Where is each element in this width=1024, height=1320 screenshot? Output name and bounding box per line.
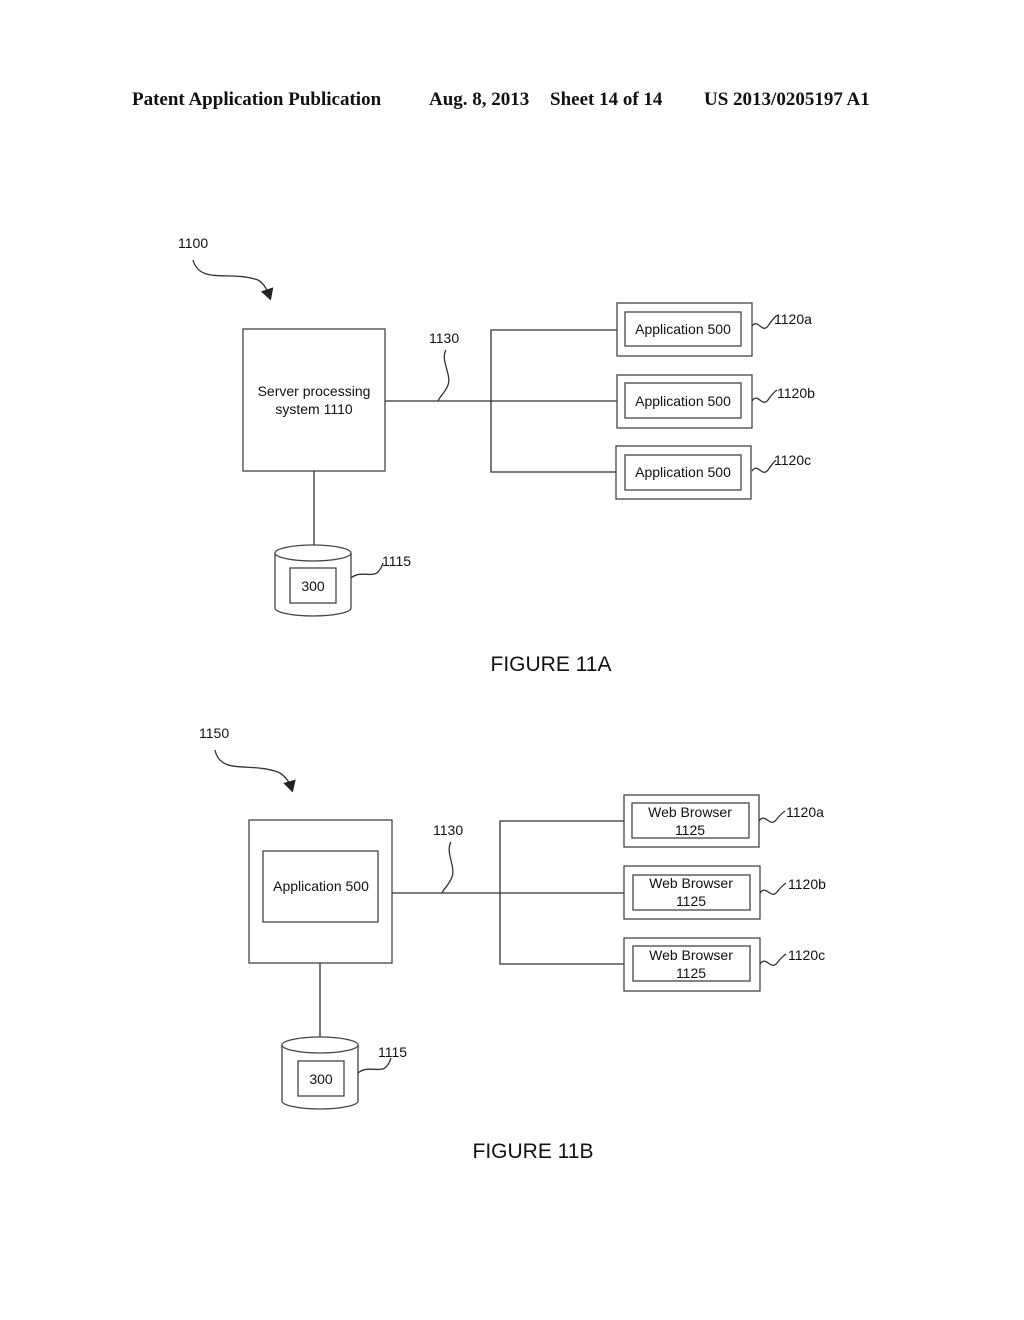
client-label: Application 500	[635, 393, 731, 409]
server-label-line1: Server processing	[258, 383, 371, 399]
client-label-line1: Web Browser	[649, 875, 733, 891]
client-label-line2: 1125	[675, 822, 705, 838]
client-ref: 1120b	[788, 876, 826, 892]
db-label: 300	[309, 1071, 333, 1087]
leader-line	[437, 349, 450, 402]
server-processing-system-box	[242, 328, 386, 472]
client-1120a: Web Browser 1125 1120a	[623, 794, 824, 848]
figure-11a: 1100 Server processing system 1110 1130 …	[178, 235, 815, 676]
db-label: 300	[301, 578, 325, 594]
reference-arrow	[214, 749, 296, 793]
client-label-line2: 1125	[676, 965, 706, 981]
client-label-line2: 1125	[676, 893, 706, 909]
figure-caption: FIGURE 11A	[491, 653, 612, 676]
client-ref: 1120a	[786, 804, 824, 820]
figure-11b: 1150 Application 500 1130 Web Browser 11…	[199, 725, 826, 1163]
database-1115: 300 1115	[274, 544, 411, 617]
server-label-line2: system 1110	[275, 401, 353, 417]
network-ref-1130: 1130	[433, 822, 463, 838]
system-ref-1100: 1100	[178, 235, 208, 251]
client-ref: 1120b	[777, 385, 815, 401]
client-label: Application 500	[635, 321, 731, 337]
leader-line	[441, 841, 454, 894]
client-1120b: Web Browser 1125 1120b	[623, 865, 826, 920]
client-1120a: Application 500 1120a	[616, 302, 812, 357]
client-label-line1: Web Browser	[648, 804, 732, 820]
client-ref: 1120c	[774, 452, 811, 468]
figure-caption: FIGURE 11B	[473, 1140, 594, 1163]
db-ref: 1115	[382, 553, 411, 569]
patent-diagram: 1100 Server processing system 1110 1130 …	[178, 235, 826, 1163]
system-ref-1150: 1150	[199, 725, 229, 741]
network-ref-1130: 1130	[429, 330, 459, 346]
client-ref: 1120c	[788, 947, 825, 963]
db-ref: 1115	[378, 1044, 407, 1060]
client-label-line1: Web Browser	[649, 947, 733, 963]
client-label: Application 500	[635, 464, 731, 480]
server-application-label: Application 500	[273, 878, 369, 894]
client-1120b: Application 500 1120b	[616, 374, 815, 429]
client-1120c: Web Browser 1125 1120c	[623, 937, 825, 992]
database-1115: 300 1115	[281, 1036, 407, 1110]
client-1120c: Application 500 1120c	[615, 445, 811, 500]
client-ref: 1120a	[774, 311, 812, 327]
reference-arrow	[192, 259, 274, 301]
